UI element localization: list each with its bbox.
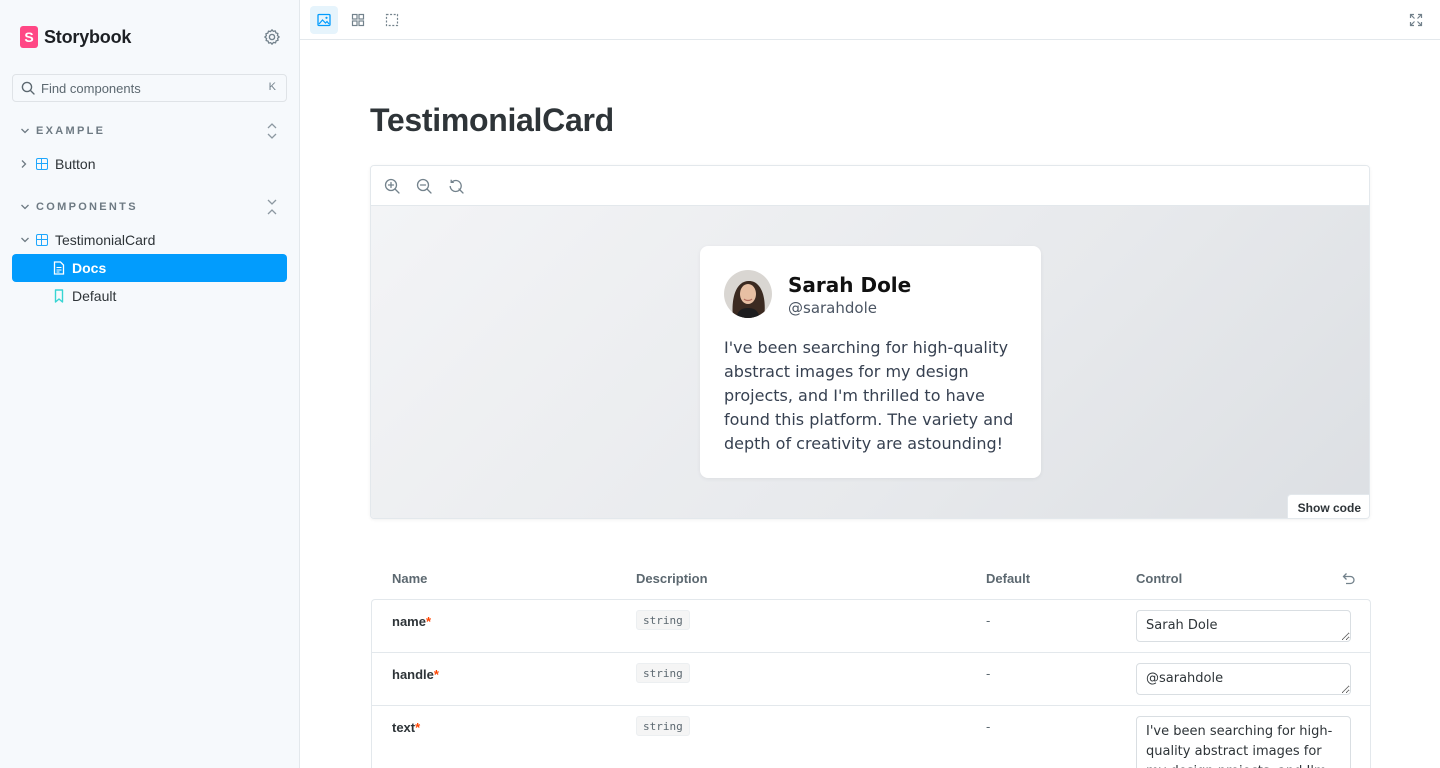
expand-collapse-icon[interactable] [265, 121, 279, 141]
collapse-icon[interactable] [265, 197, 279, 217]
outline-icon [385, 13, 399, 27]
preview-canvas: Sarah Dole @sarahdole I've been searchin… [371, 206, 1369, 518]
text-control-input[interactable]: I've been searching for high-quality abs… [1136, 716, 1351, 768]
section-components[interactable]: COMPONENTS [12, 197, 287, 217]
sidebar-item-label: Button [55, 156, 96, 172]
default-value: - [986, 666, 991, 681]
outline-button[interactable] [378, 6, 406, 34]
zoom-in-icon[interactable] [383, 177, 401, 195]
sidebar-item-label: Default [72, 288, 117, 304]
required-marker: * [433, 667, 439, 682]
fullscreen-button[interactable] [1402, 6, 1430, 34]
type-badge: string [636, 610, 690, 630]
testimonial-card: Sarah Dole @sarahdole I've been searchin… [700, 246, 1041, 478]
sidebar-item-label: Docs [72, 260, 107, 276]
args-table: name* string - Sarah Dole handle* string… [371, 599, 1371, 768]
name-control-input[interactable]: Sarah Dole [1136, 610, 1351, 642]
arg-name: name* [392, 614, 432, 629]
default-value: - [986, 719, 991, 734]
table-row: handle* string - @sarahdole [372, 653, 1370, 706]
card-name: Sarah Dole [788, 273, 912, 297]
section-label: EXAMPLE [36, 125, 106, 137]
bookmark-icon [54, 289, 64, 303]
card-handle: @sarahdole [788, 299, 877, 317]
chevron-down-icon [21, 128, 29, 134]
zoom-out-icon[interactable] [415, 177, 433, 195]
type-badge: string [636, 716, 690, 736]
column-header-description: Description [636, 571, 708, 586]
search-input[interactable] [41, 80, 261, 96]
reset-controls-icon[interactable] [1340, 570, 1356, 586]
sidebar-item-button[interactable]: Button [12, 150, 287, 178]
search-shortcut-hint: K [268, 81, 276, 93]
page-title: TestimonialCard [370, 102, 614, 138]
section-label: COMPONENTS [36, 201, 138, 213]
zoom-reset-icon[interactable] [447, 177, 465, 195]
required-marker: * [425, 614, 432, 629]
table-row: text* string - I've been searching for h… [372, 706, 1370, 768]
avatar [724, 270, 772, 318]
image-view-button[interactable] [310, 6, 338, 34]
settings-gear-icon[interactable] [263, 28, 281, 46]
table-row: name* string - Sarah Dole [372, 600, 1370, 653]
fullscreen-icon [1409, 13, 1423, 27]
component-icon [36, 234, 48, 246]
storybook-logo: S [20, 26, 38, 48]
preview-toolbar [371, 166, 1369, 206]
arg-name: text* [392, 720, 421, 735]
chevron-down-icon [21, 204, 29, 210]
required-marker: * [415, 720, 421, 735]
grid-button[interactable] [344, 6, 372, 34]
column-header-default: Default [986, 571, 1031, 586]
show-code-button[interactable]: Show code [1286, 494, 1369, 518]
column-header-control: Control [1136, 571, 1183, 586]
default-value: - [986, 613, 991, 628]
top-toolbar [300, 0, 1440, 40]
column-header-name: Name [392, 571, 428, 586]
story-preview: Sarah Dole @sarahdole I've been searchin… [370, 165, 1370, 519]
type-badge: string [636, 663, 690, 683]
document-icon [53, 261, 65, 275]
card-text: I've been searching for high-quality abs… [724, 338, 1014, 453]
brand[interactable]: S Storybook [20, 26, 131, 48]
sidebar-item-default[interactable]: Default [12, 282, 287, 310]
grid-icon [351, 13, 365, 27]
sidebar-item-docs[interactable]: Docs [12, 254, 287, 282]
sidebar: S Storybook K EXAMPLE Button COMPONENTS … [0, 0, 300, 768]
search-icon [21, 81, 35, 95]
component-icon [36, 158, 48, 170]
section-example[interactable]: EXAMPLE [12, 121, 287, 141]
chevron-down-icon [21, 237, 29, 243]
sidebar-item-testimonialcard[interactable]: TestimonialCard [12, 226, 287, 254]
chevron-right-icon [21, 160, 27, 168]
brand-name: Storybook [44, 26, 132, 47]
image-icon [317, 13, 331, 27]
sidebar-item-label: TestimonialCard [55, 232, 156, 248]
search-box[interactable]: K [12, 74, 287, 102]
arg-name: handle* [392, 667, 439, 682]
handle-control-input[interactable]: @sarahdole [1136, 663, 1351, 695]
